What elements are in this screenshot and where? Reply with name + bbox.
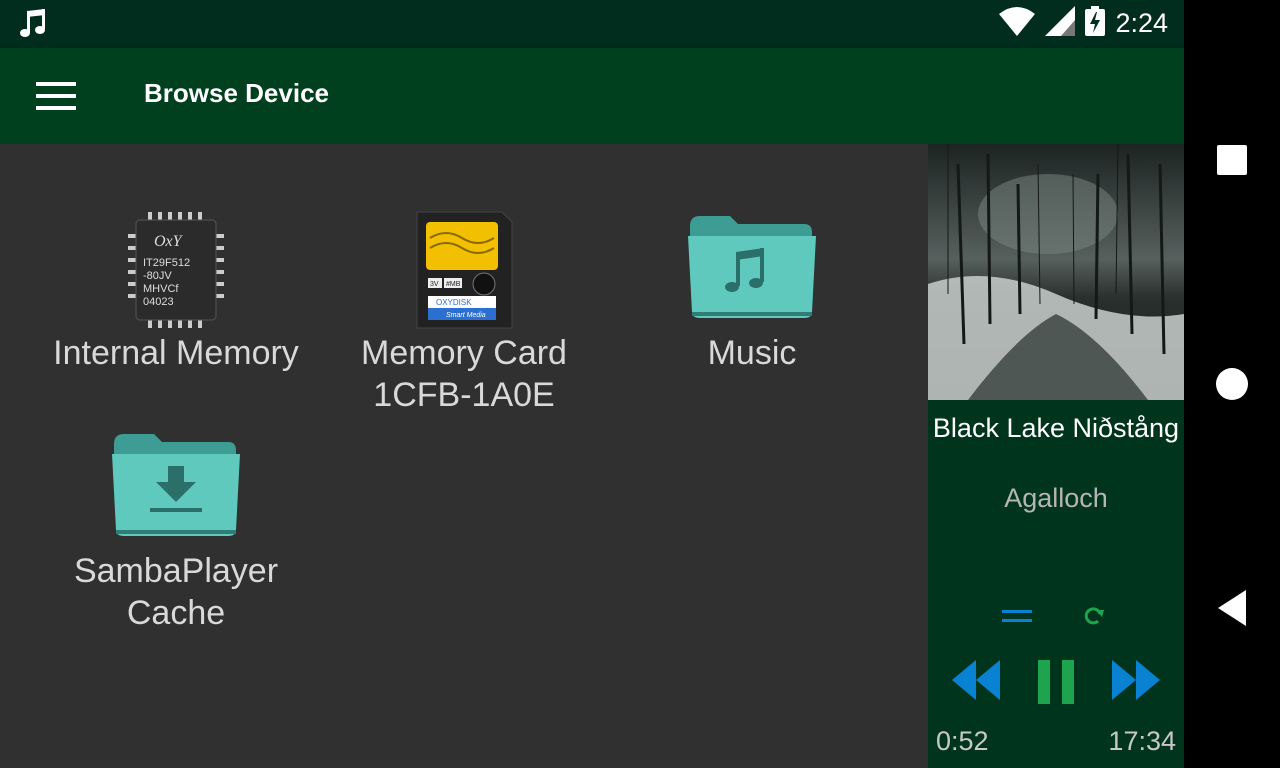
browser-item-label: SambaPlayer Cache — [36, 550, 316, 634]
triangle-back-icon[interactable] — [1184, 568, 1280, 648]
track-title: Black Lake Niðstång — [932, 413, 1180, 443]
cell-signal-icon — [1045, 6, 1076, 40]
card-text-size: #MB — [446, 281, 461, 288]
label-line-2: Cache — [126, 594, 226, 632]
music-folder-icon — [682, 208, 822, 332]
wifi-icon — [999, 6, 1036, 40]
playlist-icon[interactable] — [1000, 604, 1034, 632]
status-bar: 2:24 — [0, 0, 1184, 48]
label-line-1: Memory Card — [361, 334, 567, 372]
card-text-type: Smart Media — [446, 312, 486, 319]
browser-item-memory-card[interactable]: 3V #MB OXYDISK Smart Media Memory Card 1… — [324, 208, 604, 416]
download-folder-icon — [106, 426, 246, 550]
card-text-brand: OXYDISK — [436, 298, 472, 307]
hamburger-menu-icon[interactable] — [36, 82, 76, 110]
system-nav-bar — [1184, 0, 1280, 768]
album-art[interactable] — [928, 144, 1184, 400]
pause-icon[interactable] — [1034, 658, 1078, 710]
chip-text-4: 04023 — [143, 296, 174, 308]
battery-charging-icon — [1085, 6, 1106, 40]
browser-item-sambaplayer-cache[interactable]: SambaPlayer Cache — [36, 426, 316, 634]
label-line-1: Internal Memory — [53, 334, 299, 372]
now-playing-panel: Black Lake Niðstång Agalloch 0:52 17:34 — [928, 144, 1184, 768]
browser-item-label: Music — [612, 332, 892, 374]
total-duration: 17:34 — [1108, 726, 1176, 756]
app-bar: Browse Device — [0, 48, 1184, 144]
circle-home-icon[interactable] — [1184, 344, 1280, 424]
chip-text-1: IT29F512 — [143, 257, 190, 269]
label-line-1: SambaPlayer — [73, 552, 279, 590]
chip-brand: OxY — [154, 233, 184, 250]
fast-forward-icon[interactable] — [1108, 656, 1162, 708]
track-artist: Agalloch — [1004, 483, 1108, 513]
browser-item-label: Memory Card 1CFB-1A0E — [324, 332, 604, 416]
card-text-voltage: 3V — [430, 281, 439, 288]
chip-text-2: -80JV — [143, 270, 172, 282]
label-line-2: 1CFB-1A0E — [373, 376, 555, 414]
chip-text-3: MHVCf — [143, 283, 179, 295]
rewind-icon[interactable] — [950, 656, 1004, 708]
repeat-icon[interactable] — [1082, 604, 1106, 632]
status-clock: 2:24 — [1115, 7, 1168, 38]
device-browser: OxY IT29F512 -80JV MHVCf 04023 Internal … — [0, 144, 928, 768]
memory-chip-icon: OxY IT29F512 -80JV MHVCf 04023 — [106, 208, 246, 332]
browser-item-label: Internal Memory — [36, 332, 316, 374]
label-line-1: Music — [707, 334, 797, 372]
music-note-icon — [18, 8, 48, 44]
square-recents-icon[interactable] — [1184, 120, 1280, 200]
page-title: Browse Device — [144, 78, 329, 108]
smart-media-card-icon: 3V #MB OXYDISK Smart Media — [394, 208, 534, 332]
elapsed-time: 0:52 — [936, 726, 989, 756]
browser-item-music[interactable]: Music — [612, 208, 892, 374]
browser-item-internal-memory[interactable]: OxY IT29F512 -80JV MHVCf 04023 Internal … — [36, 208, 316, 374]
